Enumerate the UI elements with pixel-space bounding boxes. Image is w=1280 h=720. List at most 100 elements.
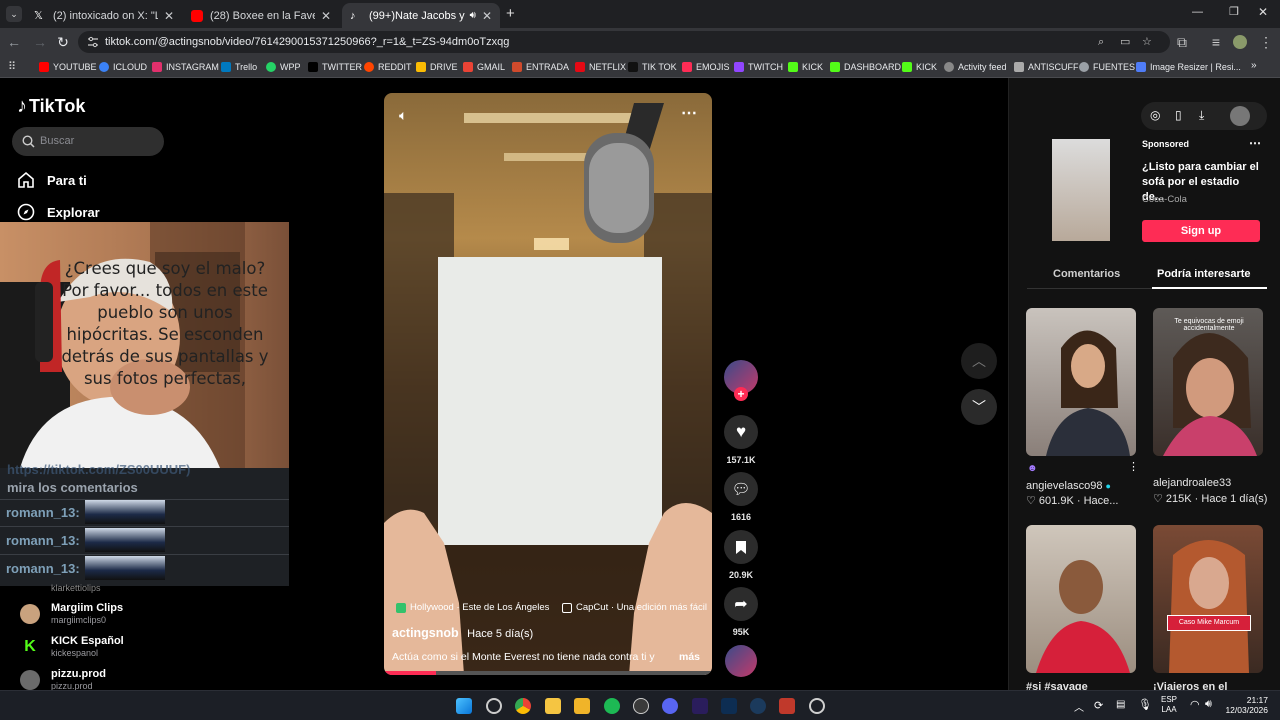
suggestion-more-icon[interactable]: ⋮ (1128, 460, 1139, 473)
zoom-icon[interactable]: ⌕ (1098, 31, 1104, 53)
tab-tiktok[interactable]: ♪ (99+)Nate Jacobs y la toxic 🔊︎ ✕ (342, 3, 500, 28)
network-icon[interactable]: ▤ (1116, 699, 1125, 710)
bookmark-activity-feed[interactable]: Activity feed (944, 60, 1007, 74)
bookmark-reddit[interactable]: REDDIT (364, 60, 412, 74)
bookmark-antiscuff[interactable]: ANTISCUFF (1014, 60, 1079, 74)
suggested-video-thumbnail[interactable] (1026, 525, 1136, 673)
speaker-icon[interactable]: 🔊︎ (470, 10, 476, 21)
download-icon[interactable]: ⤓ (1199, 108, 1204, 123)
more-bookmarks-icon[interactable]: » (1251, 60, 1257, 71)
bookmark-twitch[interactable]: TWITCH (734, 60, 783, 74)
extensions-icon[interactable]: ⧉ (1174, 34, 1190, 50)
suggested-video-thumbnail[interactable] (1026, 308, 1136, 456)
bookmark-youtube[interactable]: YOUTUBE (39, 60, 97, 74)
new-tab-button[interactable]: + (506, 5, 515, 22)
voicemeeter-icon[interactable] (779, 698, 795, 714)
following-account[interactable]: pizzu.prod pizzu.prod (20, 668, 106, 692)
comment-button[interactable]: 💬︎ (724, 472, 758, 506)
video-author[interactable]: actingsnob Hace 5 día(s) (392, 626, 533, 640)
next-video-button[interactable]: ﹀ (961, 389, 997, 425)
profile-avatar[interactable] (1233, 35, 1247, 49)
tab-search-button[interactable]: ⌄ (6, 6, 22, 22)
file-explorer-icon[interactable] (574, 698, 590, 714)
refresh-app-icon[interactable] (809, 698, 825, 714)
copilot-icon[interactable] (486, 698, 502, 714)
discord-icon[interactable] (662, 698, 678, 714)
bookmark-star-icon[interactable]: ☆ (1142, 31, 1152, 53)
tab-podria-interesarte[interactable]: Podría interesarte (1157, 268, 1251, 280)
tab-x[interactable]: 𝕏 (2) intoxicado on X: "Lo más tr ✕ (26, 3, 182, 28)
ad-more-icon[interactable]: ⋯ (1249, 136, 1261, 150)
clock[interactable]: 21:17 12/03/2026 (1222, 695, 1268, 715)
language-indicator[interactable]: ESP LAA (1161, 695, 1177, 715)
follow-plus-icon[interactable]: + (734, 387, 748, 401)
caption-more-link[interactable]: más (679, 651, 700, 663)
suggested-video-author[interactable]: alejandroalee33 (1153, 477, 1231, 489)
more-options-icon[interactable]: ⋯ (681, 103, 697, 123)
compass-icon[interactable]: ◎ (1150, 108, 1160, 122)
tab-youtube[interactable]: (28) Boxee en la Favela Más Pel ✕ (183, 3, 339, 28)
steam-icon[interactable] (750, 698, 766, 714)
close-icon[interactable]: ✕ (482, 9, 492, 23)
apps-grid-icon[interactable]: ⠿ (8, 60, 16, 73)
obs-icon[interactable] (633, 698, 649, 714)
bookmark-icloud[interactable]: ICLOUD (99, 60, 147, 74)
reload-icon[interactable]: ↻ (55, 34, 71, 50)
bookmark-entrada[interactable]: ENTRADA (512, 60, 569, 74)
spotify-icon[interactable] (604, 698, 620, 714)
close-icon[interactable]: ✕ (321, 9, 331, 23)
url-input[interactable]: tiktok.com/@actingsnob/video/76142900153… (78, 31, 1170, 53)
video-player[interactable]: 🔈︎ ⋯ Hollywood · Este de Los Ángeles Cap… (384, 93, 712, 675)
bookmark-trello[interactable]: Trello (221, 60, 257, 74)
profile-avatar[interactable] (1230, 106, 1250, 126)
wifi-icon[interactable]: ◠ (1190, 698, 1200, 711)
volume-icon[interactable]: 🔊︎ (1205, 698, 1212, 711)
bookmark-drive[interactable]: DRIVE (416, 60, 458, 74)
windows-start-icon[interactable] (456, 698, 472, 714)
bookmark-twitter[interactable]: TWITTER (308, 60, 362, 74)
capcut-chip[interactable]: CapCut · Una edición más fácil (562, 602, 707, 613)
menu-icon[interactable]: ⋮ (1258, 34, 1274, 50)
sidebar-item-explorar[interactable]: Explorar (17, 200, 100, 224)
mute-icon[interactable]: 🔈︎ (399, 107, 407, 124)
music-disc-avatar[interactable] (725, 645, 757, 677)
tray-chevron-icon[interactable]: ︿ (1074, 699, 1084, 714)
following-account[interactable]: Margiim Clips margiimclips0 (20, 602, 123, 626)
bookmark-image-resizer[interactable]: Image Resizer | Resi... (1136, 60, 1241, 74)
tab-comentarios[interactable]: Comentarios (1053, 268, 1120, 280)
maximize-button[interactable]: ❐ (1229, 5, 1239, 18)
bookmark-dashboard[interactable]: DASHBOARD (830, 60, 901, 74)
like-button[interactable]: ♥ (724, 415, 758, 449)
ad-cta-button[interactable]: Sign up (1142, 220, 1260, 242)
suggested-video-author[interactable]: angievelasco98 ● (1026, 480, 1111, 492)
bookmark-netflix[interactable]: NETFLIX (575, 60, 626, 74)
bookmark-wpp[interactable]: WPP (266, 60, 301, 74)
notes-icon[interactable] (545, 698, 561, 714)
suggested-video-thumbnail[interactable]: Caso Mike Marcum (1153, 525, 1263, 673)
microphone-icon[interactable]: 🎙︎ (1138, 698, 1152, 711)
search-input[interactable]: Buscar (12, 127, 164, 156)
reading-list-icon[interactable]: ≡ (1208, 34, 1224, 50)
premiere-icon[interactable] (692, 698, 708, 714)
close-window-button[interactable]: ✕ (1258, 5, 1268, 19)
bookmark-kick-2[interactable]: KICK (902, 60, 937, 74)
bookmark-emojis[interactable]: EMOJIS (682, 60, 730, 74)
bookmark-gmail[interactable]: GMAIL (463, 60, 505, 74)
bookmark-kick[interactable]: KICK (788, 60, 823, 74)
suggested-video-thumbnail[interactable]: Te equivocas de emoji accidentalmente (1153, 308, 1263, 456)
cast-icon[interactable]: ▭ (1120, 31, 1130, 53)
minimize-button[interactable]: — (1192, 6, 1203, 18)
back-icon[interactable]: ← (6, 34, 22, 50)
bookmark-instagram[interactable]: INSTAGRAM (152, 60, 219, 74)
tray-icon[interactable]: ⟳ (1094, 699, 1103, 712)
previous-video-button[interactable]: ︿ (961, 343, 997, 379)
following-account[interactable]: K KICK Español kickespanol (20, 635, 124, 659)
bookmark-fuentes[interactable]: FUENTES (1079, 60, 1135, 74)
site-info-icon[interactable] (87, 36, 99, 48)
chrome-icon[interactable] (515, 698, 531, 714)
video-progress-bar[interactable] (384, 671, 712, 675)
location-chip[interactable]: Hollywood · Este de Los Ángeles (396, 602, 549, 613)
bookmark-tiktok[interactable]: TIK TOK (628, 60, 677, 74)
sidebar-item-para-ti[interactable]: Para ti (17, 168, 87, 192)
device-icon[interactable]: ▯ (1175, 108, 1182, 122)
